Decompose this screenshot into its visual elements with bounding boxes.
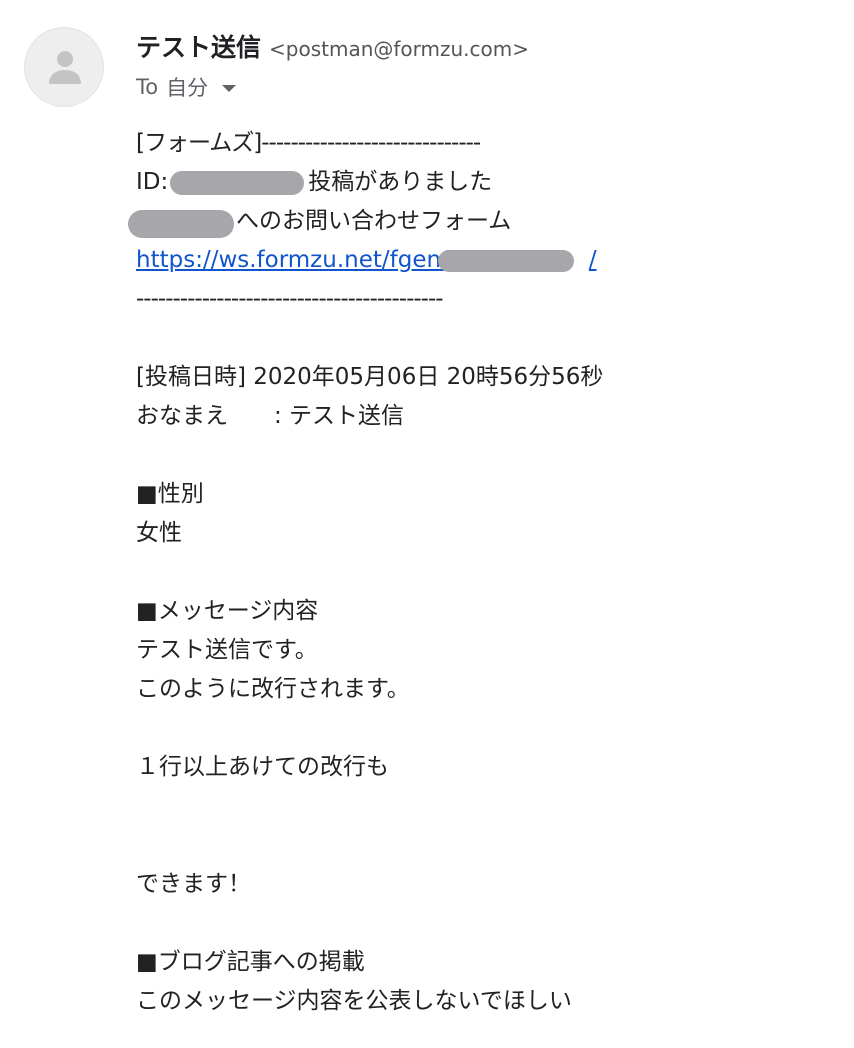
redacted-form-name <box>128 210 234 238</box>
blog-heading: ■ブログ記事への掲載 <box>136 949 365 975</box>
id-prefix: ID: <box>136 169 169 195</box>
message-heading: ■メッセージ内容 <box>136 598 319 624</box>
body-line-id: ID: 投稿がありました <box>136 163 836 202</box>
message-line: １行以上あけての改行も <box>136 754 389 780</box>
message-line: できます！ <box>136 871 251 897</box>
sender-line: テスト送信 <postman@formzu.com> <box>136 28 529 64</box>
sender-email: <postman@formzu.com> <box>269 37 530 61</box>
message-line: テスト送信です。 <box>136 637 318 663</box>
body-line: [フォームズ]------------------------------ <box>136 130 481 156</box>
gender-value: 女性 <box>136 520 182 546</box>
redacted-id <box>170 171 304 195</box>
id-suffix: 投稿がありました <box>308 169 493 195</box>
chevron-down-icon[interactable] <box>222 84 237 92</box>
name-field: おなまえ : テスト送信 <box>136 403 405 429</box>
gender-heading: ■性別 <box>136 481 204 507</box>
blog-value: このメッセージ内容を公表しないでほしい <box>136 988 572 1014</box>
body-line: ----------------------------------------… <box>136 286 444 312</box>
person-icon <box>49 51 81 84</box>
message-body: [フォームズ]------------------------------ ID… <box>128 124 836 1021</box>
message-line: このように改行されます。 <box>136 676 410 702</box>
to-prefix: To <box>136 75 159 99</box>
sender-name[interactable]: テスト送信 <box>136 28 261 64</box>
recipient-dropdown[interactable]: To 自分 <box>136 72 237 102</box>
body-line-form: へのお問い合わせフォーム <box>128 202 836 241</box>
posted-datetime: [投稿日時] 2020年05月06日 20時56分56秒 <box>136 364 604 390</box>
form-name-suffix: へのお問い合わせフォーム <box>236 208 512 234</box>
avatar[interactable] <box>24 27 104 107</box>
redacted-link-id <box>438 250 574 272</box>
recipient-value: 自分 <box>166 76 209 100</box>
body-line-link: https://ws.formzu.net/fgen// <box>136 241 836 280</box>
